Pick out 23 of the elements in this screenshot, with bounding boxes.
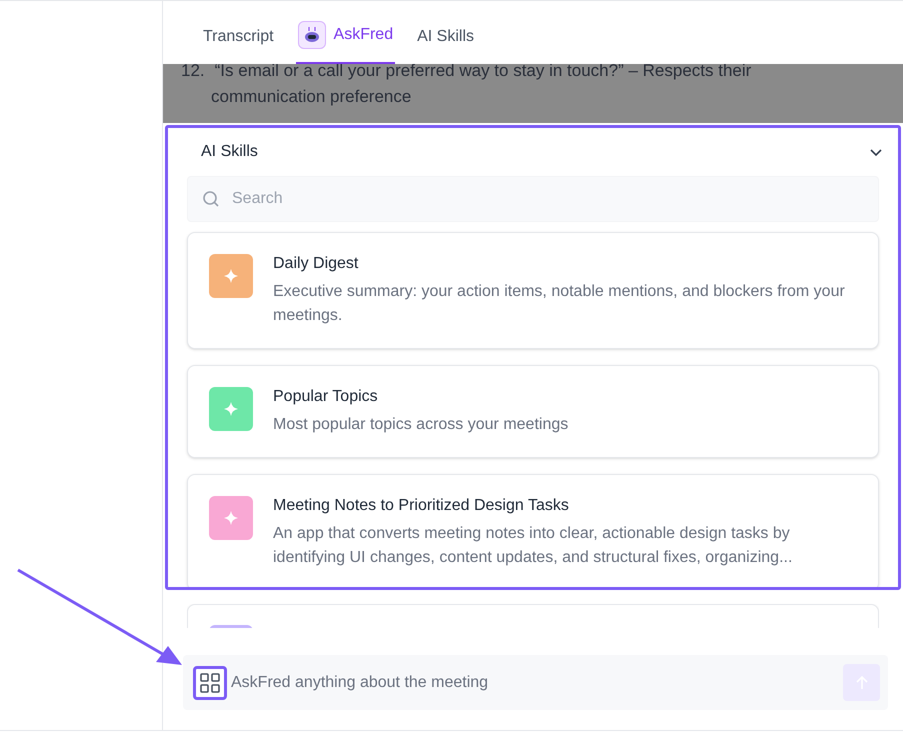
composer-field[interactable]: AskFred anything about the meeting bbox=[183, 655, 888, 710]
skill-card[interactable]: Meeting Notes to Prioritized Design Tasks An app that converts meeting notes into clear, actionable design tasks by identifying UI changes, content updates, and structural fixes, organizing... bbox=[187, 474, 879, 590]
list-number: 12. bbox=[181, 64, 205, 82]
skill-card[interactable]: Popular Topics Most popular topics across your meetings bbox=[187, 365, 879, 458]
tab[interactable]: Transcript bbox=[201, 25, 276, 64]
message-input[interactable]: AskFred anything about the meeting bbox=[231, 670, 839, 694]
robot-icon bbox=[298, 21, 326, 49]
skill-title: Meeting Notes to Prioritized Design Tasks bbox=[273, 496, 570, 516]
search-icon bbox=[202, 190, 220, 208]
search-input[interactable]: Search bbox=[232, 187, 864, 211]
transcript-text: “Is email or a call your preferred way to stay in touch?” – Respects their bbox=[214, 64, 752, 82]
skill-title: Daily Digest bbox=[273, 254, 360, 274]
skill-title: Popular Topics bbox=[273, 387, 379, 407]
search-field[interactable]: Search bbox=[187, 176, 879, 222]
grid-icon bbox=[199, 672, 221, 694]
panel-title: AI Skills bbox=[201, 142, 258, 162]
skill-description: Executive summary: your action items, notable mentions, and blockers from your meetings. bbox=[273, 282, 846, 326]
skill-description: An app that converts meeting notes into clear, actionable design tasks by identifying UI changes, content updates, and structural fixes, organizing... bbox=[273, 524, 794, 568]
skill-description: Most popular topics across your meetings bbox=[273, 415, 568, 435]
skill-card[interactable]: Daily Digest Executive summary: your action items, notable mentions, and blockers from your meetings. bbox=[187, 232, 879, 349]
apps-grid-button[interactable] bbox=[193, 666, 227, 700]
transcript-text: communication preference bbox=[211, 87, 412, 106]
tab[interactable]: AI Skills bbox=[415, 25, 476, 64]
